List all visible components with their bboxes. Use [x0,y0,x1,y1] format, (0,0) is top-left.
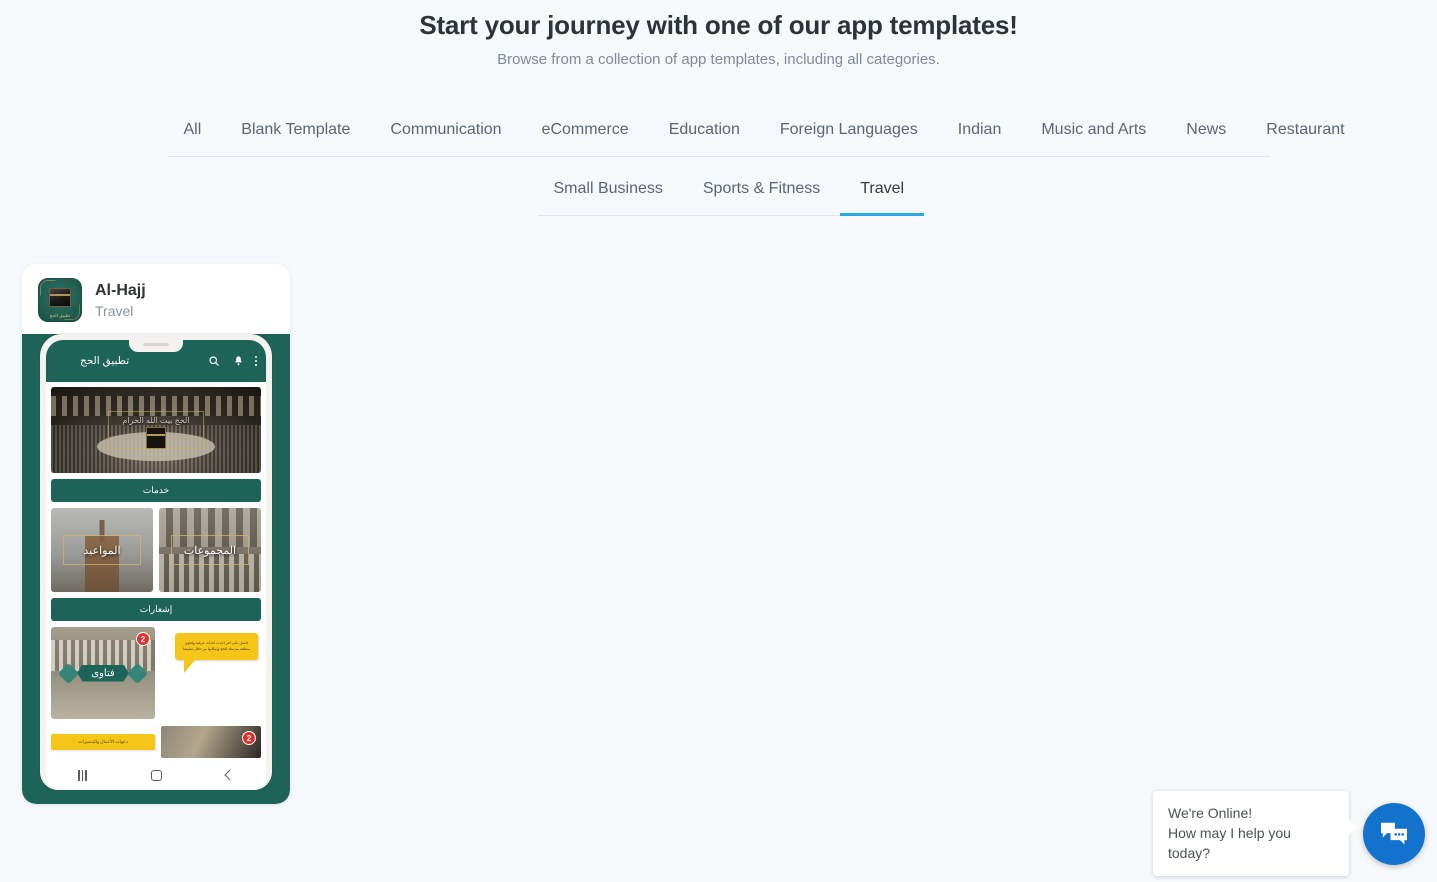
tab-music-and-arts[interactable]: Music and Arts [1021,112,1166,157]
overflow-menu-icon[interactable] [254,355,257,367]
chat-greeting-bubble[interactable]: We're Online! How may I help you today? [1153,791,1358,876]
category-tabs-row-2: Small Business Sports & Fitness Travel [0,171,1437,216]
tab-sports-and-fitness[interactable]: Sports & Fitness [683,171,840,216]
template-card-grid: تطبيق الحج Al-Hajj Travel تطبيق الحج الح… [0,216,1437,804]
app-bar-title: تطبيق الحج [80,355,130,367]
tile-row-primary: المواعيد المجموعات [51,508,261,592]
category-tabs: All Blank Template Communication eCommer… [0,112,1437,216]
phone-notch [129,340,183,352]
phone-frame: تطبيق الحج الحج بيت الله الحرام خدمات ال… [40,334,272,790]
page-subtitle: Browse from a collection of app template… [497,51,940,68]
tile-appointments[interactable]: المواعيد [51,508,153,592]
tile-groups[interactable]: المجموعات [159,508,261,592]
page-title: Start your journey with one of our app t… [419,10,1018,40]
home-icon[interactable] [150,769,162,781]
services-bar[interactable]: خدمات [51,479,261,502]
phone-preview-stage: تطبيق الحج الحج بيت الله الحرام خدمات ال… [22,334,290,804]
notification-bell-icon[interactable] [233,355,244,367]
tab-education[interactable]: Education [649,112,760,157]
hero-caption: الحج بيت الله الحرام [122,416,190,426]
tile-fatwa-label: فتاوى [77,664,129,682]
tile-appointments-label: المواعيد [83,544,121,557]
live-chat-widget: We're Online! How may I help you today? [1153,791,1425,876]
chat-status-line: We're Online! [1168,805,1253,821]
bottom-badge-count: 2 [242,731,256,745]
template-category: Travel [95,302,134,319]
speech-bubble-text: احصل على اخر احدث احداث عرفية وفتاوى منط… [183,641,250,651]
tile-groups-label: المجموعات [183,544,237,557]
hero-image-kaaba: الحج بيت الله الحرام [51,387,261,473]
tab-travel[interactable]: Travel [840,171,925,216]
template-card-al-hajj[interactable]: تطبيق الحج Al-Hajj Travel تطبيق الحج الح… [22,264,290,804]
hamburger-menu-icon[interactable] [55,358,69,365]
tab-indian[interactable]: Indian [938,112,1022,157]
page-header: Start your journey with one of our app t… [0,0,1437,70]
template-card-header: تطبيق الحج Al-Hajj Travel [22,264,290,334]
app-icon-kaaba-icon: تطبيق الحج [38,278,82,322]
chat-bubbles-icon [1381,822,1407,844]
recent-apps-icon[interactable] [78,769,87,781]
category-tabs-row-1: All Blank Template Communication eCommer… [0,112,1437,157]
tab-all[interactable]: All [168,112,222,157]
android-nav-bar [46,760,266,790]
tab-small-business[interactable]: Small Business [538,171,683,216]
tile-fatwa[interactable]: فتاوى 2 [51,627,155,719]
bottom-image-tile[interactable]: 2 [161,726,261,758]
fatwa-badge-count: 2 [136,632,150,646]
speech-bubble: احصل على اخر احدث احداث عرفية وفتاوى منط… [175,633,258,673]
phone-screen: تطبيق الحج الحج بيت الله الحرام خدمات ال… [46,340,266,790]
template-title: Al-Hajj [95,281,146,299]
back-icon[interactable] [224,769,236,781]
tile-row-secondary: فتاوى 2 احصل على اخر احدث احداث عرفية وف… [51,627,261,719]
template-card-text: Al-Hajj Travel [95,281,146,320]
app-icon-label: تطبيق الحج [49,313,71,318]
chat-prompt-line: How may I help you today? [1168,825,1291,861]
speech-bubble-column: احصل على اخر احدث احداث عرفية وفتاوى منط… [161,627,261,673]
app-bar: تطبيق الحج [46,340,266,382]
tab-blank-template[interactable]: Blank Template [221,112,370,157]
search-icon[interactable] [208,355,220,367]
tab-news[interactable]: News [1166,112,1246,157]
chat-launcher-button[interactable] [1363,802,1425,865]
tab-ecommerce[interactable]: eCommerce [522,112,649,157]
tab-restaurant[interactable]: Restaurant [1246,112,1364,157]
notifications-bar[interactable]: إشعارات [51,598,261,621]
tile-row-bottom: دعوات الأعمال والمسيرات 2 [51,726,261,758]
tab-communication[interactable]: Communication [370,112,521,157]
tab-foreign-languages[interactable]: Foreign Languages [760,112,938,157]
bottom-yellow-label[interactable]: دعوات الأعمال والمسيرات [51,734,155,750]
